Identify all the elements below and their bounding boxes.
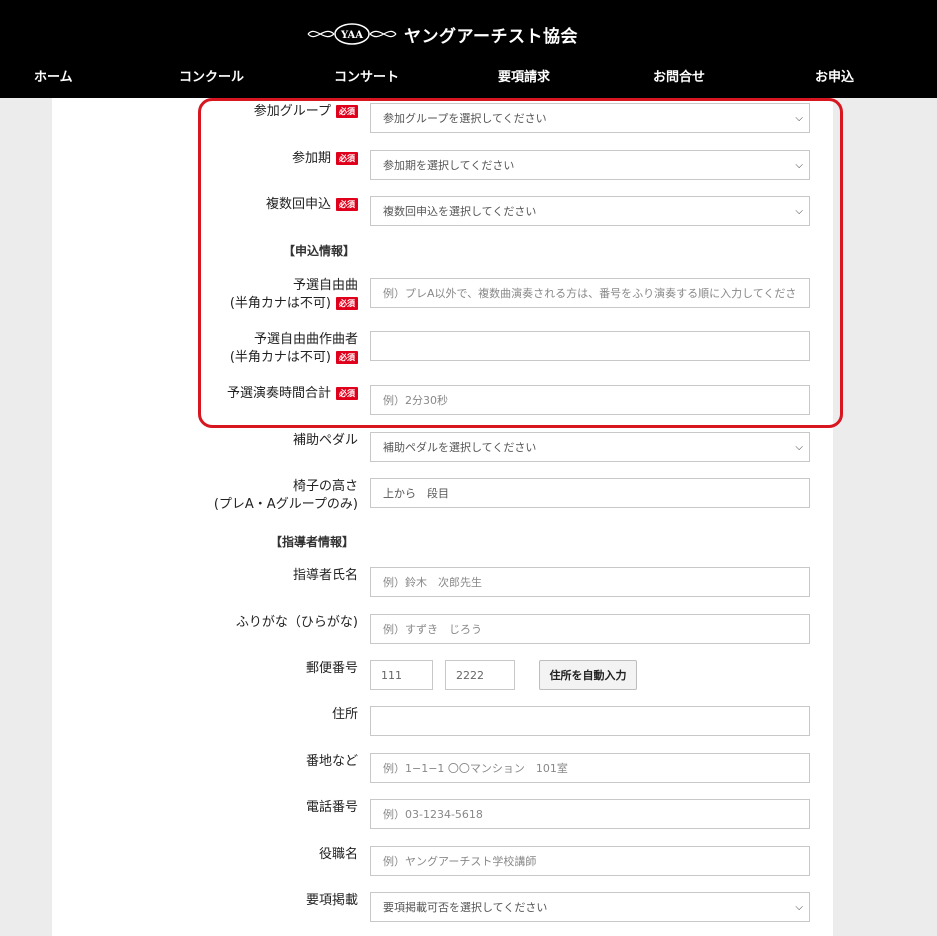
nav-concours[interactable]: コンクール — [179, 66, 244, 85]
listing-label: 要項掲載 — [305, 893, 358, 908]
logo-emblem-icon: YAA — [307, 23, 397, 45]
logo-emblem: YAA — [306, 21, 398, 47]
highlight-outline — [198, 98, 843, 428]
teacher-kana-label: ふりがな（ひらがな) — [235, 615, 358, 630]
address-autofill-button[interactable]: 住所を自動入力 — [539, 660, 637, 690]
nav-apply[interactable]: お申込 — [815, 66, 854, 85]
site-name: ヤングアーチスト協会 — [404, 26, 578, 47]
teacher-name-label: 指導者氏名 — [292, 568, 358, 583]
nav-home[interactable]: ホーム — [34, 66, 73, 85]
chair-label: 椅子の高さ (プレA・Aグループのみ) — [213, 479, 358, 512]
street-input[interactable]: 例）1−1−1 〇〇マンション 101室 — [370, 753, 810, 783]
address-label: 住所 — [331, 707, 358, 722]
site-logo[interactable]: YAA ヤングアーチスト協会 — [306, 20, 578, 48]
nav-brochure-request[interactable]: 要項請求 — [498, 66, 550, 85]
svg-text:YAA: YAA — [340, 30, 363, 41]
position-label: 役職名 — [318, 847, 358, 862]
section-teacher-title: 【指導者情報】 — [270, 535, 355, 549]
pedal-label: 補助ペダル — [292, 433, 358, 448]
chevron-down-icon: ⌵ — [795, 441, 803, 453]
nav-contact[interactable]: お問合せ — [653, 66, 705, 85]
chevron-down-icon: ⌵ — [795, 901, 803, 913]
phone-input[interactable]: 例）03-1234-5618 — [370, 799, 810, 829]
teacher-kana-input[interactable]: 例）すずき じろう — [370, 614, 810, 644]
phone-label: 電話番号 — [305, 800, 358, 815]
postal-code-part2-input[interactable]: 2222 — [445, 660, 515, 690]
pedal-select[interactable]: 補助ペダルを選択してください ⌵ — [370, 432, 810, 462]
site-header: YAA ヤングアーチスト協会 ホーム コンクール コンサート 要項請求 お問合せ… — [0, 0, 937, 98]
position-input[interactable]: 例）ヤングアーチスト学校講師 — [370, 846, 810, 876]
nav-concert[interactable]: コンサート — [334, 66, 399, 85]
postal-label: 郵便番号 — [305, 661, 358, 676]
address-input[interactable] — [370, 706, 810, 736]
teacher-name-input[interactable]: 例）鈴木 次郎先生 — [370, 567, 810, 597]
listing-select[interactable]: 要項掲載可否を選択してください ⌵ — [370, 892, 810, 922]
street-label: 番地など — [305, 754, 358, 769]
postal-code-part1-input[interactable]: 111 — [370, 660, 433, 690]
chair-input[interactable]: 上から 段目 — [370, 478, 810, 508]
